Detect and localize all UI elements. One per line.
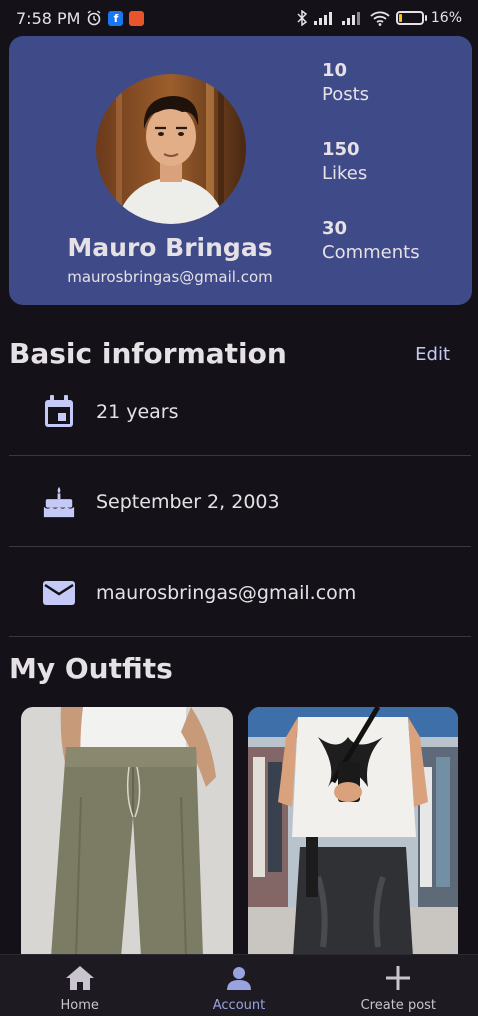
info-row-email: maurosbringas@gmail.com bbox=[9, 548, 471, 638]
stat-label: Posts bbox=[322, 84, 370, 105]
avatar[interactable] bbox=[96, 74, 246, 224]
outfit-card[interactable] bbox=[21, 707, 233, 957]
nav-account[interactable]: Account bbox=[159, 955, 318, 1016]
nav-create-post[interactable]: Create post bbox=[319, 955, 478, 1016]
bluetooth-icon bbox=[296, 10, 308, 26]
bottom-nav: Home Account Create post bbox=[0, 954, 478, 1016]
info-email: maurosbringas@gmail.com bbox=[96, 582, 357, 604]
outfit-photo-2 bbox=[248, 707, 458, 957]
signal-icon bbox=[313, 11, 336, 25]
nav-home[interactable]: Home bbox=[0, 955, 159, 1016]
home-icon bbox=[65, 963, 95, 993]
battery-percent: 16% bbox=[430, 10, 462, 26]
outfits-title: My Outfits bbox=[9, 652, 173, 685]
status-bar: 7:58 PM f 16% bbox=[0, 0, 478, 36]
profile-card: Mauro Bringas maurosbringas@gmail.com 10… bbox=[9, 36, 472, 305]
signal-icon bbox=[341, 11, 364, 25]
stat-comments[interactable]: 30 Comments bbox=[322, 218, 420, 266]
plus-icon bbox=[383, 963, 413, 993]
info-row-age: 21 years bbox=[9, 367, 471, 457]
info-age: 21 years bbox=[96, 401, 179, 423]
profile-name: Mauro Bringas bbox=[67, 233, 273, 262]
info-row-birthday: September 2, 2003 bbox=[9, 457, 471, 547]
stat-label: Likes bbox=[322, 163, 368, 184]
battery-icon: 16% bbox=[395, 10, 462, 26]
info-birthday: September 2, 2003 bbox=[96, 491, 280, 513]
outfit-card[interactable] bbox=[248, 707, 458, 957]
nav-label: Create post bbox=[360, 998, 437, 1013]
facebook-icon: f bbox=[108, 10, 124, 26]
divider bbox=[9, 455, 471, 456]
stat-posts[interactable]: 10 Posts bbox=[322, 60, 369, 108]
basic-info-title: Basic information bbox=[9, 337, 287, 370]
divider bbox=[9, 546, 471, 547]
stat-value: 30 bbox=[322, 218, 348, 239]
wifi-icon bbox=[370, 11, 390, 26]
status-time: 7:58 PM bbox=[16, 8, 81, 28]
calendar-icon bbox=[42, 395, 76, 429]
divider bbox=[9, 636, 471, 637]
stat-likes[interactable]: 150 Likes bbox=[322, 139, 367, 187]
outfit-photo-1 bbox=[21, 707, 233, 957]
nav-label: Account bbox=[212, 998, 266, 1013]
stat-value: 10 bbox=[322, 60, 348, 81]
profile-email: maurosbringas@gmail.com bbox=[67, 268, 273, 286]
cake-icon bbox=[42, 485, 76, 519]
alarm-icon bbox=[86, 10, 102, 26]
nav-label: Home bbox=[60, 998, 99, 1013]
account-icon bbox=[224, 963, 254, 993]
mail-icon bbox=[42, 576, 76, 610]
stat-label: Comments bbox=[322, 242, 420, 263]
recorder-icon bbox=[129, 10, 145, 26]
stat-value: 150 bbox=[322, 139, 360, 160]
edit-button[interactable]: Edit bbox=[415, 344, 450, 365]
